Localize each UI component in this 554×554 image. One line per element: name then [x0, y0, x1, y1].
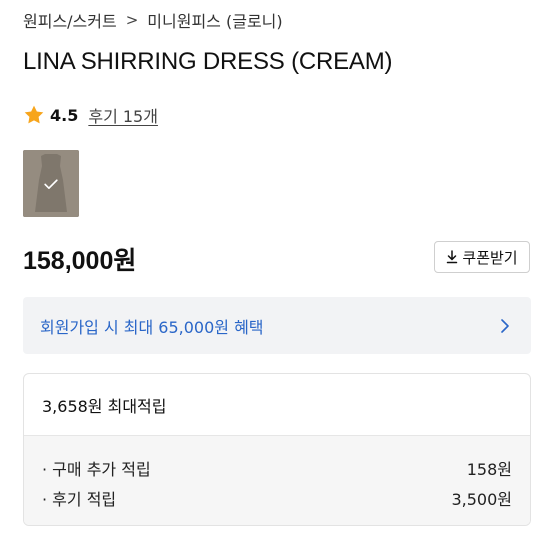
points-row-purchase: · 구매 추가 적립 158원 [24, 453, 530, 483]
signup-benefit-text: 회원가입 시 최대 65,000원 혜택 [40, 317, 264, 337]
points-row-review: · 후기 적립 3,500원 [24, 483, 530, 513]
breadcrumb-separator: > [125, 11, 139, 29]
rating-summary: 4.5 후기 15개 [23, 103, 158, 127]
download-icon [446, 250, 458, 264]
points-value: 3,500원 [451, 490, 512, 509]
coupon-button-label: 쿠폰받기 [462, 249, 518, 267]
breadcrumb-subcategory[interactable]: 미니원피스 (글로니) [147, 8, 282, 32]
points-breakdown: · 구매 추가 적립 158원 · 후기 적립 3,500원 [24, 436, 530, 525]
review-count-link[interactable]: 후기 15개 [88, 103, 158, 127]
points-label: · 구매 추가 적립 [42, 460, 151, 479]
breadcrumb-category[interactable]: 원피스/스커트 [23, 8, 117, 32]
breadcrumb: 원피스/스커트 > 미니원피스 (글로니) [23, 9, 283, 31]
chevron-right-icon [500, 318, 510, 334]
coupon-download-button[interactable]: 쿠폰받기 [434, 241, 530, 273]
product-thumbnail[interactable] [23, 150, 79, 217]
max-points-header: 3,658원 최대적립 [24, 374, 530, 436]
points-value: 158원 [466, 460, 512, 479]
points-label: · 후기 적립 [42, 490, 117, 509]
selected-check-icon [23, 150, 79, 217]
product-price: 158,000원 [23, 247, 137, 275]
rating-value: 4.5 [50, 105, 79, 125]
points-panel: 3,658원 최대적립 · 구매 추가 적립 158원 · 후기 적립 3,50… [23, 373, 531, 526]
product-title: LINA SHIRRING DRESS (CREAM) [23, 48, 393, 75]
signup-benefit-banner[interactable]: 회원가입 시 최대 65,000원 혜택 [23, 297, 531, 354]
star-icon [23, 104, 45, 126]
